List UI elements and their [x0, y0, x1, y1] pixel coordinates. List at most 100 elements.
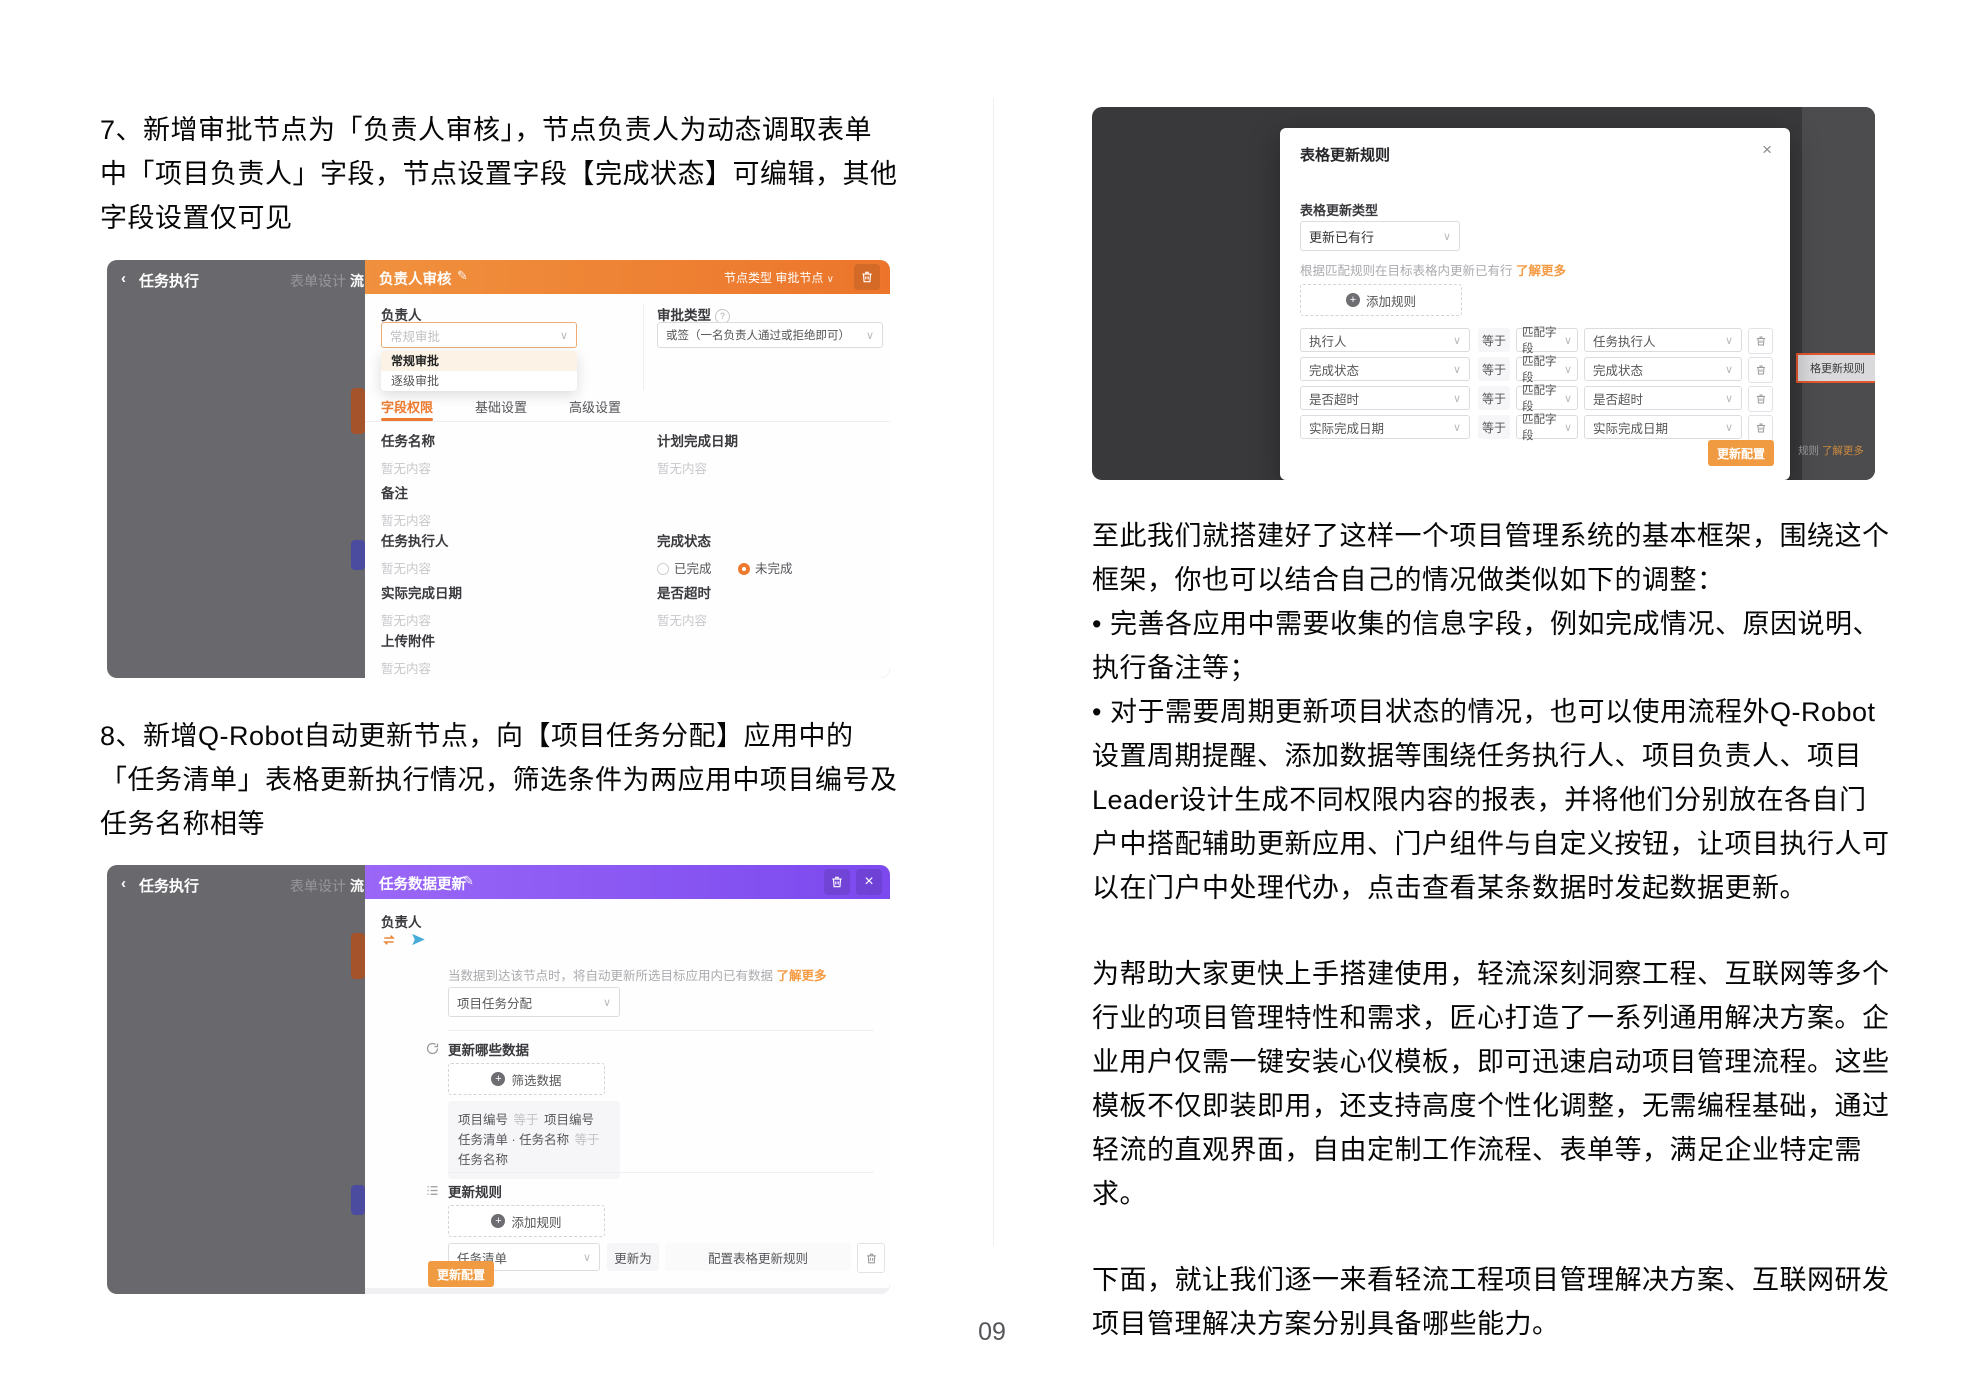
rule-field-select[interactable]: 执行人 ∨	[1300, 328, 1470, 352]
rule-mode-select[interactable]: 匹配字段 ∨	[1516, 414, 1578, 442]
node-type-label: 节点类型	[723, 271, 772, 285]
rule-mode-select[interactable]: 匹配字段 ∨	[1516, 385, 1578, 413]
plus-icon: +	[491, 1214, 506, 1228]
background-highlight-box: 格更新规则	[1796, 353, 1875, 383]
field-plan-date: 计划完成日期 暂无内容	[657, 434, 738, 476]
back-chevron-icon[interactable]: ‹	[121, 875, 126, 892]
flow-node-sliver-orange	[351, 388, 365, 434]
edit-icon[interactable]: ✎	[457, 268, 468, 284]
learn-more-link[interactable]: 了解更多	[1516, 264, 1566, 278]
plus-icon: +	[1345, 293, 1360, 307]
background-side-panel	[1802, 107, 1875, 480]
close-panel-button[interactable]: ×	[856, 869, 882, 895]
approval-node-header: 负责人审核 ✎ 节点类型 审批节点 ∨	[365, 260, 890, 294]
rule-field-select[interactable]: 实际完成日期 ∨	[1300, 415, 1470, 439]
node-type-select[interactable]: 审批节点 ∨	[775, 269, 834, 286]
robot-helper-text: 当数据到达该节点时，将自动更新所选目标应用内已有数据 了解更多	[448, 969, 827, 983]
chevron-down-icon: ∨	[1724, 334, 1733, 347]
rule-value-select[interactable]: 完成状态 ∨	[1584, 357, 1742, 381]
field-actual-date: 实际完成日期 暂无内容	[381, 586, 462, 628]
tab-field-permissions[interactable]: 字段权限	[381, 397, 433, 416]
configure-table-rules-link[interactable]: 配置表格更新规则	[665, 1243, 851, 1271]
dropdown-option[interactable]: 常规审批	[381, 351, 577, 371]
chevron-down-icon: ∨	[865, 329, 874, 342]
close-icon[interactable]: ×	[1762, 140, 1772, 160]
tab-basic-settings[interactable]: 基础设置	[475, 397, 527, 416]
filter-data-button[interactable]: + 筛选数据	[448, 1063, 605, 1095]
swap-icon	[383, 934, 395, 945]
tab-form-design[interactable]: 表单设计	[290, 876, 346, 896]
page-number: 09	[978, 1318, 1006, 1346]
rule-field-select[interactable]: 完成状态 ∨	[1300, 357, 1470, 381]
section-update-rules: 更新规则	[448, 1185, 502, 1200]
rule-mode-select[interactable]: 匹配字段 ∨	[1516, 327, 1578, 355]
update-config-button[interactable]: 更新配置	[1708, 440, 1774, 466]
delete-rule-button[interactable]	[1748, 386, 1773, 412]
trash-icon	[1756, 336, 1765, 346]
rule-value-select[interactable]: 是否超时 ∨	[1584, 386, 1742, 410]
chevron-down-icon: ∨	[1724, 392, 1733, 405]
rules-list-icon	[425, 1183, 440, 1198]
step8-paragraph: 8、新增Q-Robot自动更新节点，向【项目任务分配】应用中的 「任务清单」表格…	[100, 721, 898, 839]
update-config-button[interactable]: 更新配置	[428, 1261, 494, 1287]
document-page: 7、新增审批节点为「负责人审核」，节点负责人为动态调取表单 中「项目负责人」字段…	[0, 0, 1980, 1400]
screenshot-approval-node: ‹ 任务执行 表单设计 流 负责人 常规审批 ∨ 常规审批 逐级审批 审批类型?	[107, 260, 890, 678]
chevron-down-icon: ∨	[1563, 334, 1572, 347]
body-paragraph-3: 下面，就让我们逐一来看轻流工程项目管理解决方案、互联网研发 项目管理解决方案分别…	[1092, 1265, 1890, 1339]
learn-more-link[interactable]: 了解更多	[777, 969, 827, 983]
chevron-down-icon: ∨	[1563, 363, 1572, 376]
delete-node-button[interactable]	[854, 264, 880, 290]
chevron-down-icon: ∨	[1452, 334, 1461, 347]
edit-icon[interactable]: ✎	[463, 873, 474, 889]
rule-field-select[interactable]: 是否超时 ∨	[1300, 386, 1470, 410]
app-title: 任务执行	[139, 878, 200, 895]
refresh-icon	[425, 1041, 440, 1056]
tab-process-design-partial[interactable]: 流	[350, 271, 364, 291]
chevron-down-icon: ∨	[1452, 392, 1461, 405]
chevron-down-icon: ∨	[1452, 421, 1461, 434]
chevron-down-icon: ∨	[1724, 421, 1733, 434]
step7-paragraph: 7、新增审批节点为「负责人审核」，节点负责人为动态调取表单 中「项目负责人」字段…	[100, 115, 898, 233]
approval-type-select[interactable]: 或签（一名负责人通过或拒绝即可） ∨	[657, 322, 883, 348]
target-app-select[interactable]: 项目任务分配 ∨	[448, 987, 620, 1017]
radio-done[interactable]	[657, 563, 669, 575]
delete-rule-button[interactable]	[1748, 415, 1773, 441]
field-overtime: 是否超时 暂无内容	[657, 586, 711, 628]
field-status: 完成状态 已完成 未完成	[657, 534, 793, 576]
update-type-select[interactable]: 更新已有行 ∨	[1300, 221, 1460, 251]
chevron-down-icon: ∨	[826, 274, 834, 285]
rule-value-select[interactable]: 任务执行人 ∨	[1584, 328, 1742, 352]
body-paragraph-1: 至此我们就搭建好了这样一个项目管理系统的基本框架，围绕这个 框架，你也可以结合自…	[1092, 521, 1890, 903]
back-chevron-icon[interactable]: ‹	[121, 270, 126, 287]
tab-process-design-partial[interactable]: 流	[350, 876, 364, 896]
screenshot-robot-node: ‹ 任务执行 表单设计 流 负责人 当数据到达该节点时，将自动更新所选目标应用内…	[107, 865, 890, 1294]
node-config-panel: 负责人 常规审批 ∨ 常规审批 逐级审批 审批类型? 或签（一名负责人通过或拒绝…	[365, 260, 890, 678]
dropdown-option[interactable]: 逐级审批	[381, 371, 577, 391]
trash-icon	[1756, 365, 1765, 375]
update-to-label: 更新为	[607, 1243, 659, 1271]
add-rule-button[interactable]: + 添加规则	[1300, 284, 1462, 316]
tab-form-design[interactable]: 表单设计	[290, 271, 346, 291]
chevron-down-icon: ∨	[1442, 230, 1451, 243]
delete-rule-button[interactable]	[1748, 328, 1773, 354]
rule-mode-select[interactable]: 匹配字段 ∨	[1516, 356, 1578, 384]
dialog-title: 表格更新规则	[1300, 147, 1391, 164]
add-rule-button[interactable]: + 添加规则	[448, 1205, 605, 1237]
rule-value-select[interactable]: 实际完成日期 ∨	[1584, 415, 1742, 439]
flow-node-sliver-indigo	[351, 1185, 365, 1215]
body-paragraph-2: 为帮助大家更快上手搭建使用，轻流深刻洞察工程、互联网等多个 行业的项目管理特性和…	[1092, 959, 1890, 1209]
chevron-down-icon: ∨	[1452, 363, 1461, 376]
tab-advanced-settings[interactable]: 高级设置	[569, 397, 621, 416]
trash-icon	[1756, 394, 1765, 404]
chevron-down-icon: ∨	[559, 329, 568, 342]
radio-undone[interactable]	[737, 563, 750, 575]
delete-rule-button[interactable]	[857, 1243, 885, 1273]
update-type-label: 表格更新类型	[1300, 203, 1379, 218]
delete-rule-button[interactable]	[1748, 357, 1773, 383]
delete-node-button[interactable]	[824, 869, 850, 895]
field-attachment: 上传附件 暂无内容	[381, 634, 435, 676]
background-faint-text: 规则 了解更多	[1798, 445, 1864, 457]
owner-select[interactable]: 常规审批 ∨	[381, 322, 577, 348]
rule-operator: 等于	[1478, 328, 1510, 352]
send-icon	[412, 934, 426, 946]
